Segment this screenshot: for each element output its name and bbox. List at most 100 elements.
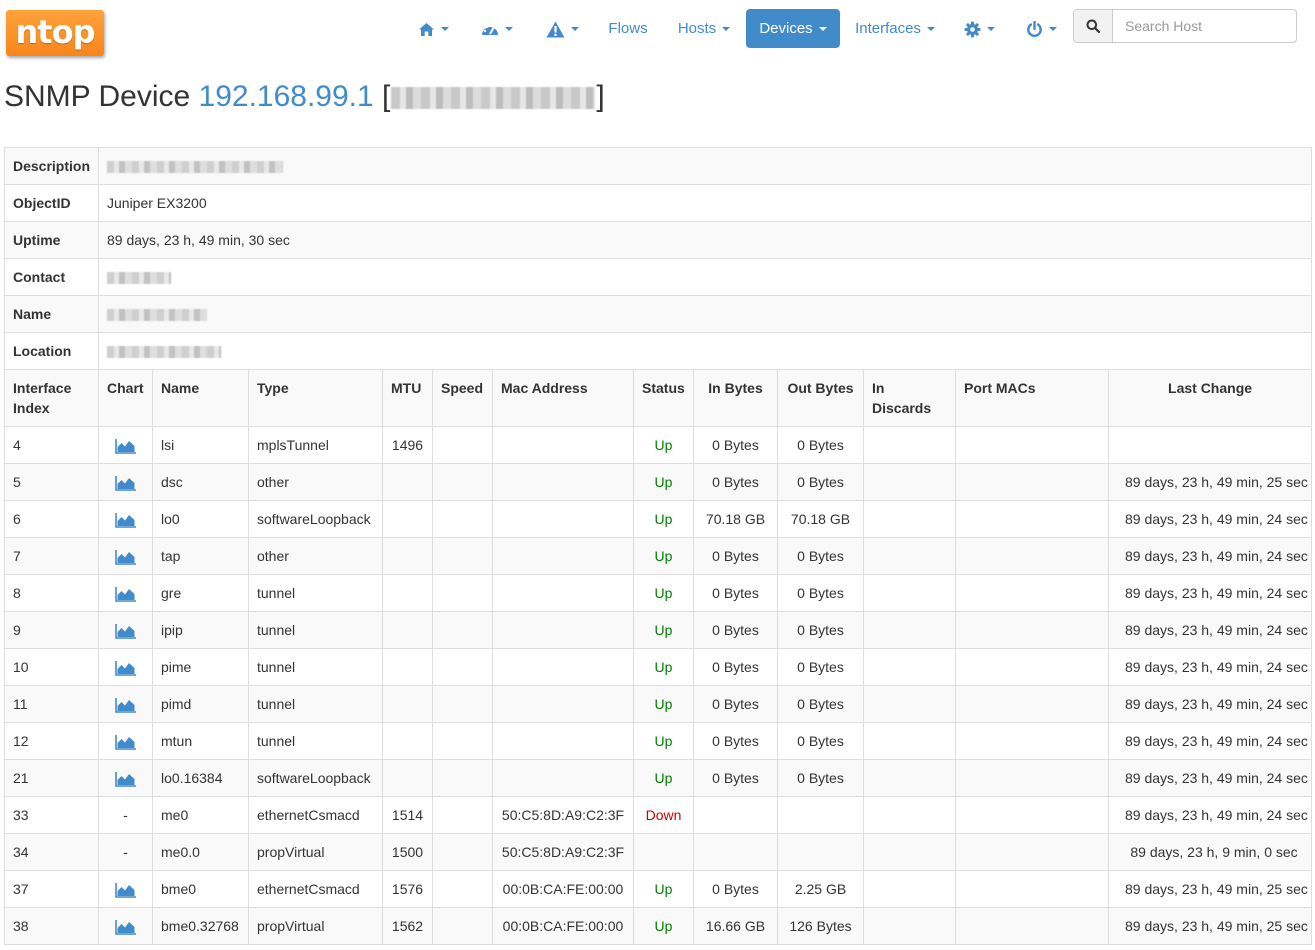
cell-name: gre <box>152 574 249 612</box>
nav-home[interactable] <box>410 9 456 48</box>
area-chart-icon[interactable] <box>114 882 137 899</box>
cell-in-discards <box>863 722 956 760</box>
nav-devices-label: Devices <box>759 20 813 37</box>
cell-last-change: 89 days, 23 h, 49 min, 24 sec <box>1107 500 1313 538</box>
ntop-logo[interactable]: ntop <box>6 10 104 56</box>
cell-mac: 00:0B:CA:FE:00:00 <box>492 907 634 945</box>
cell-name: pime <box>152 648 249 686</box>
cell-out-bytes: 0 Bytes <box>777 648 864 686</box>
col-header-out-bytes[interactable]: Out Bytes <box>777 369 864 427</box>
cell-type: other <box>248 537 383 575</box>
cell-chart <box>98 500 153 538</box>
area-chart-icon[interactable] <box>114 919 137 936</box>
cell-name: bme0.32768 <box>152 907 249 945</box>
cell-index: 4 <box>4 426 99 464</box>
col-header-status[interactable]: Status <box>633 369 694 427</box>
nav-devices[interactable]: Devices <box>746 9 840 48</box>
cell-mtu: 1576 <box>382 870 433 908</box>
chevron-down-icon <box>926 27 935 32</box>
objectid-value: Juniper EX3200 <box>97 184 1313 222</box>
col-header-last-change[interactable]: Last Change <box>1107 369 1313 427</box>
row-name: Name <box>4 295 1313 333</box>
col-header-in-bytes[interactable]: In Bytes <box>693 369 778 427</box>
cell-port-macs <box>955 648 1109 686</box>
contact-label: Contact <box>4 258 99 296</box>
device-ip-link[interactable]: 192.168.99.1 <box>199 80 374 113</box>
cell-in-bytes: 0 Bytes <box>693 611 778 649</box>
nav-power[interactable] <box>1017 9 1065 48</box>
nav-alerts[interactable] <box>536 9 588 48</box>
cell-speed <box>432 574 493 612</box>
nav-flows[interactable]: Flows <box>600 9 656 48</box>
cell-status: Up <box>633 907 694 945</box>
area-chart-icon[interactable] <box>114 586 137 603</box>
cell-port-macs <box>955 611 1109 649</box>
col-header-chart[interactable]: Chart <box>98 369 153 427</box>
area-chart-icon[interactable] <box>114 549 137 566</box>
cell-mtu: 1562 <box>382 907 433 945</box>
area-chart-icon[interactable] <box>114 697 137 714</box>
cell-speed <box>432 685 493 723</box>
table-row: 38 bme0.32768 propVirtual 1562 00:0B:CA:FE:0… <box>4 907 1313 945</box>
cell-in-discards <box>863 648 956 686</box>
search-icon <box>1086 19 1100 33</box>
area-chart-icon[interactable] <box>114 623 137 640</box>
cell-port-macs <box>955 537 1109 575</box>
cell-out-bytes: 126 Bytes <box>777 907 864 945</box>
search-button[interactable] <box>1074 10 1113 42</box>
col-header-in-discards[interactable]: In Discards <box>863 369 956 427</box>
cell-in-bytes: 16.66 GB <box>693 907 778 945</box>
cell-port-macs <box>955 870 1109 908</box>
cell-mac: 50:C5:8D:A9:C2:3F <box>492 796 634 834</box>
row-description: Description <box>4 147 1313 185</box>
area-chart-icon[interactable] <box>114 512 137 529</box>
col-header-type[interactable]: Type <box>248 369 383 427</box>
area-chart-icon[interactable] <box>114 475 137 492</box>
redacted-description <box>107 161 283 174</box>
col-header-mac[interactable]: Mac Address <box>492 369 634 427</box>
cell-type: tunnel <box>248 722 383 760</box>
cell-name: bme0 <box>152 870 249 908</box>
col-header-mtu[interactable]: MTU <box>382 369 433 427</box>
cell-in-bytes: 0 Bytes <box>693 870 778 908</box>
cell-chart <box>98 870 153 908</box>
area-chart-icon[interactable] <box>114 734 137 751</box>
col-header-index[interactable]: Interface Index <box>4 369 99 427</box>
cell-speed <box>432 611 493 649</box>
nav-settings[interactable] <box>955 9 1003 48</box>
nav-hosts[interactable]: Hosts <box>670 9 738 48</box>
table-row: 12 mtun tunnel Up 0 Bytes 0 Bytes 89 days, 23 … <box>4 722 1313 760</box>
cell-port-macs <box>955 907 1109 945</box>
cell-mtu <box>382 463 433 501</box>
cell-mtu <box>382 537 433 575</box>
cell-mtu <box>382 722 433 760</box>
cell-mac <box>492 759 634 797</box>
area-chart-icon[interactable] <box>114 771 137 788</box>
cell-mtu <box>382 574 433 612</box>
cell-in-discards <box>863 426 956 464</box>
row-uptime: Uptime 89 days, 23 h, 49 min, 30 sec <box>4 221 1313 259</box>
chevron-down-icon <box>1048 27 1057 32</box>
search-box <box>1073 9 1297 43</box>
cell-in-discards <box>863 759 956 797</box>
contact-value <box>97 258 1313 296</box>
cell-mtu <box>382 685 433 723</box>
cell-mac <box>492 537 634 575</box>
area-chart-icon[interactable] <box>114 438 137 455</box>
cell-last-change: 89 days, 23 h, 49 min, 24 sec <box>1107 648 1313 686</box>
col-header-name[interactable]: Name <box>152 369 249 427</box>
location-value <box>97 332 1313 370</box>
search-input[interactable] <box>1114 10 1296 42</box>
cell-port-macs <box>955 722 1109 760</box>
cell-index: 10 <box>4 648 99 686</box>
cell-in-discards <box>863 870 956 908</box>
cell-last-change: 89 days, 23 h, 49 min, 24 sec <box>1107 611 1313 649</box>
area-chart-icon[interactable] <box>114 660 137 677</box>
col-header-port-macs[interactable]: Port MACs <box>955 369 1109 427</box>
nav-interfaces[interactable]: Interfaces <box>850 9 940 48</box>
cell-status: Up <box>633 685 694 723</box>
nav-dashboard[interactable] <box>472 9 522 48</box>
col-header-speed[interactable]: Speed <box>432 369 493 427</box>
cell-chart <box>98 648 153 686</box>
cell-name: me0.0 <box>152 833 249 871</box>
